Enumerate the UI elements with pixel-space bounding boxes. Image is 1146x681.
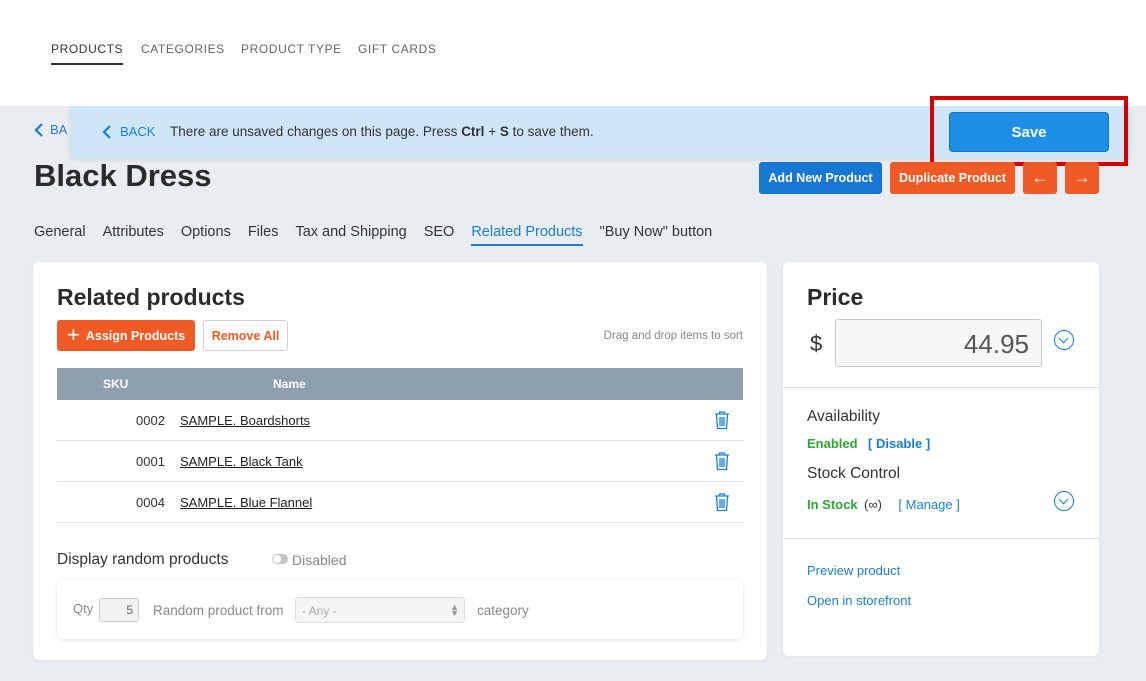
unsaved-message: There are unsaved changes on this page. … [170,124,594,139]
select-arrows-icon: ▲ ▼ [450,602,459,618]
shortcut-plus: + [484,124,500,139]
tab-gift-cards[interactable]: GIFT CARDS [358,42,436,56]
table-row[interactable]: 0002 SAMPLE. Boardshorts [57,400,743,441]
shortcut-key-ctrl: Ctrl [461,124,485,139]
subtab-buy-now-button[interactable]: "Buy Now" button [600,224,713,240]
open-storefront-link[interactable]: Open in storefront [807,593,911,608]
category-select-value: - Any - [302,604,337,618]
availability-status: Enabled [807,436,858,451]
chevron-left-icon [102,124,111,139]
random-products-label: Display random products [57,551,229,568]
subtab-options[interactable]: Options [181,224,231,240]
next-product-button[interactable]: → [1065,162,1099,194]
back-link-underlay[interactable]: BA [34,122,67,137]
row-sku: 0001 [136,454,165,469]
table-header: SKU Name [57,368,743,400]
add-new-product-button[interactable]: Add New Product [759,162,882,194]
qty-input[interactable]: 5 [99,598,139,622]
stock-row: In Stock (∞) [ Manage ] [807,496,960,514]
manage-link[interactable]: [ Manage ] [898,497,959,512]
back-link[interactable]: BACK [102,124,155,139]
trash-icon[interactable] [713,492,731,512]
drag-hint: Drag and drop items to sort [603,330,743,342]
preview-product-link[interactable]: Preview product [807,563,900,578]
chevron-down-circle-icon[interactable] [1054,491,1074,511]
assign-products-button[interactable]: + Assign Products [57,320,195,351]
related-products-title: Related products [57,284,245,310]
random-products-toggle[interactable] [272,554,288,564]
row-name-link[interactable]: SAMPLE. Boardshorts [180,413,310,428]
row-name-link[interactable]: SAMPLE. Blue Flannel [180,495,312,510]
currency-symbol: $ [810,331,823,356]
random-from-label: Random product from [153,603,284,618]
page-title: Black Dress [34,158,212,193]
subtab-attributes[interactable]: Attributes [103,224,164,240]
random-products-settings: Qty 5 Random product from - Any - ▲ ▼ cat… [57,580,743,639]
arrow-left-icon: ← [1031,168,1049,187]
subtab-files[interactable]: Files [248,224,279,240]
category-select[interactable]: - Any - ▲ ▼ [295,597,465,623]
table-row[interactable]: 0001 SAMPLE. Black Tank [57,441,743,482]
qty-label: Qty [73,601,94,616]
column-header-name: Name [273,377,306,391]
category-label: category [477,603,529,618]
column-header-sku: SKU [103,377,129,391]
top-nav: PRODUCTS CATEGORIES PRODUCT TYPE GIFT CA… [0,0,1146,106]
tab-products[interactable]: PRODUCTS [51,42,124,65]
availability-row: Enabled [ Disable ] [807,435,930,453]
arrow-right-icon: → [1073,168,1091,187]
divider [783,387,1099,388]
row-name-link[interactable]: SAMPLE. Black Tank [180,454,303,469]
remove-all-button[interactable]: Remove All [203,320,288,351]
price-input[interactable]: 44.95 [835,319,1042,367]
row-sku: 0002 [136,413,165,428]
stock-control-label: Stock Control [807,465,901,482]
chevron-down-circle-icon[interactable] [1054,330,1074,350]
subtab-seo[interactable]: SEO [424,224,455,240]
save-button-highlight [930,96,1128,166]
stock-quantity: (∞) [864,497,882,512]
assign-products-label: Assign Products [85,328,186,343]
back-link-label: BACK [120,124,156,139]
subtab-general[interactable]: General [34,224,86,240]
trash-icon[interactable] [713,451,731,471]
chevron-left-icon [34,122,43,137]
unsaved-message-pre: There are unsaved changes on this page. … [170,124,462,139]
back-link-underlay-label: BA [50,122,68,137]
price-title: Price [807,284,864,310]
trash-icon[interactable] [713,410,731,430]
shortcut-key-s: S [499,124,509,139]
subtab-related-products[interactable]: Related Products [471,224,583,246]
disable-link[interactable]: [ Disable ] [868,436,930,451]
tab-categories[interactable]: CATEGORIES [141,42,225,56]
plus-icon: + [67,321,80,347]
price-card: Price $ 44.95 Availability Enabled [ Dis… [783,262,1099,656]
random-products-toggle-label: Disabled [292,552,347,568]
stock-status: In Stock [807,497,858,512]
availability-label: Availability [807,408,880,425]
row-sku: 0004 [136,495,165,510]
subtab-tax-shipping[interactable]: Tax and Shipping [295,224,406,240]
duplicate-product-button[interactable]: Duplicate Product [890,162,1015,194]
tab-product-type[interactable]: PRODUCT TYPE [241,42,342,56]
unsaved-message-post: to save them. [508,124,594,139]
product-subtabs: General Attributes Options Files Tax and… [34,224,729,246]
related-products-card: Related products + Assign Products Remov… [33,262,767,660]
table-row[interactable]: 0004 SAMPLE. Blue Flannel [57,482,743,523]
divider [783,538,1099,539]
prev-product-button[interactable]: ← [1023,162,1057,194]
